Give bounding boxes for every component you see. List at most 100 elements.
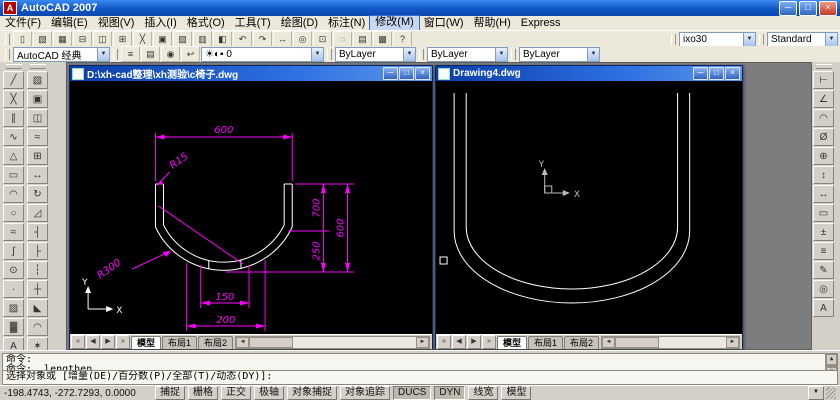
point-icon[interactable]: · [3, 280, 24, 298]
zoom-window-icon[interactable]: ⊡ [313, 31, 332, 47]
copy-object-icon[interactable]: ▣ [27, 90, 48, 108]
extend-icon[interactable]: ├ [27, 242, 48, 260]
toolbar-grip[interactable] [671, 33, 676, 45]
scrollbar-track[interactable] [659, 337, 726, 348]
hatch-icon[interactable]: ▨ [3, 299, 24, 317]
toolbar-grip[interactable] [759, 33, 764, 45]
dim-baseline-icon[interactable]: ▭ [813, 204, 834, 222]
fillet-icon[interactable]: ◠ [27, 318, 48, 336]
ellipse-icon[interactable]: ⊙ [3, 261, 24, 279]
osnap-toggle[interactable]: 对象捕捉 [287, 386, 337, 400]
doc2-canvas[interactable]: Y X [436, 81, 742, 334]
layer-properties-icon[interactable]: ≡ [121, 46, 140, 62]
doc2-title-bar[interactable]: Drawing4.dwg ─ □ × [436, 66, 742, 81]
dim-text-icon[interactable]: A [813, 299, 834, 317]
scrollbar-track[interactable] [293, 337, 416, 348]
cut-icon[interactable]: ╳ [133, 31, 152, 47]
menu-edit[interactable]: 编辑(E) [46, 16, 93, 30]
toolbar-grip[interactable] [815, 64, 832, 69]
dim-arc-length-icon[interactable]: ◠ [813, 109, 834, 127]
toolbar-grip[interactable] [113, 48, 118, 60]
pan-icon[interactable]: ↔ [273, 31, 292, 47]
menu-file[interactable]: 文件(F) [0, 16, 46, 30]
redo-icon[interactable]: ↷ [253, 31, 272, 47]
tab-prev-button[interactable]: ◀ [86, 335, 100, 349]
toolbar-grip[interactable] [5, 33, 10, 45]
dim-center-mark-icon[interactable]: ⊕ [813, 147, 834, 165]
color-combo[interactable]: ByLayer ▼ [335, 46, 416, 62]
zoom-previous-icon[interactable]: ◌ [333, 31, 352, 47]
dim-radius-icon[interactable]: ◎ [813, 280, 834, 298]
chevron-down-icon[interactable]: ▼ [495, 47, 507, 61]
menu-window[interactable]: 窗口(W) [419, 16, 469, 30]
block-editor-icon[interactable]: ◧ [213, 31, 232, 47]
tab-layout1[interactable]: 布局1 [162, 335, 198, 349]
polygon-icon[interactable]: △ [3, 147, 24, 165]
move-icon[interactable]: ↔ [27, 166, 48, 184]
menu-draw[interactable]: 绘图(D) [276, 16, 323, 30]
plot-icon[interactable]: ⊟ [73, 31, 92, 47]
tab-first-button[interactable]: « [71, 335, 85, 349]
menu-help[interactable]: 帮助(H) [469, 16, 516, 30]
layer-states-icon[interactable]: ▤ [141, 46, 160, 62]
tab-model[interactable]: 模型 [131, 335, 162, 349]
chamfer-icon[interactable]: ◣ [27, 299, 48, 317]
scroll-left-icon[interactable]: ◄ [236, 336, 250, 348]
tab-layout2[interactable]: 布局2 [198, 335, 234, 349]
menu-express[interactable]: Express [516, 16, 566, 30]
tab-layout2[interactable]: 布局2 [564, 335, 600, 349]
chevron-down-icon[interactable]: ▼ [825, 32, 837, 46]
menu-dimension[interactable]: 标注(N) [323, 16, 370, 30]
leader-icon[interactable]: ✎ [813, 261, 834, 279]
scrollbar-thumb[interactable] [615, 336, 660, 348]
trim-icon[interactable]: ┤ [27, 223, 48, 241]
join-icon[interactable]: ┼ [27, 280, 48, 298]
doc1-canvas[interactable]: 600 R15 700 250 600 R300 150 200 Y X [70, 81, 432, 334]
dim-tolerance-icon[interactable]: ± [813, 223, 834, 241]
plot-preview-icon[interactable]: ◫ [93, 31, 112, 47]
chevron-down-icon[interactable]: ▼ [97, 47, 109, 61]
tray-dropdown-icon[interactable]: ▼ [808, 386, 824, 400]
new-file-icon[interactable]: ▯ [13, 31, 32, 47]
snap-toggle[interactable]: 捕捉 [155, 386, 185, 400]
scroll-right-icon[interactable]: ► [726, 336, 739, 348]
rectangle-icon[interactable]: ▭ [3, 166, 24, 184]
toolbar-grip[interactable] [327, 48, 332, 60]
toolbar-grip[interactable] [419, 48, 424, 60]
menu-view[interactable]: 视图(V) [93, 16, 140, 30]
toolbar-grip[interactable] [511, 48, 516, 60]
otrack-toggle[interactable]: 对象追踪 [340, 386, 390, 400]
horizontal-scrollbar[interactable]: ◄ ► [235, 335, 430, 349]
tab-layout1[interactable]: 布局1 [528, 335, 564, 349]
tab-prev-button[interactable]: ◀ [452, 335, 466, 349]
dim-horizontal-icon[interactable]: ↔ [813, 185, 834, 203]
open-file-icon[interactable]: ▧ [33, 31, 52, 47]
designcenter-icon[interactable]: ▩ [373, 31, 392, 47]
document-window-chair[interactable]: D:\xh-cad整理\xh测验\c椅子.dwg ─ □ × 600 R15 7… [69, 65, 433, 349]
resize-grip[interactable] [826, 387, 836, 399]
scroll-right-icon[interactable]: ► [416, 336, 429, 348]
revision-cloud-icon[interactable]: ≈ [3, 223, 24, 241]
document-window-drawing4[interactable]: Drawing4.dwg ─ □ × Y X « ◀ ▶ » 模型 布局1 布局… [435, 65, 743, 349]
tab-model[interactable]: 模型 [497, 335, 528, 349]
break-icon[interactable]: ┆ [27, 261, 48, 279]
undo-icon[interactable]: ↶ [233, 31, 252, 47]
chevron-down-icon[interactable]: ▼ [587, 47, 599, 61]
toolbar-grip[interactable] [5, 64, 22, 69]
erase-icon[interactable]: ▧ [27, 71, 48, 89]
rotate-icon[interactable]: ↻ [27, 185, 48, 203]
maximize-button[interactable]: □ [799, 0, 817, 16]
layer-previous-icon[interactable]: ↩ [181, 46, 200, 62]
doc1-close-button[interactable]: × [415, 67, 430, 80]
arc-icon[interactable]: ◠ [3, 185, 24, 203]
layer-combo[interactable]: ☀◐▪ 0 ▼ [201, 46, 324, 62]
line-icon[interactable]: ╱ [3, 71, 24, 89]
zoom-realtime-icon[interactable]: ◎ [293, 31, 312, 47]
text-style-combo[interactable]: Standard ▼ [767, 31, 838, 47]
minimize-button[interactable]: ─ [779, 0, 797, 16]
doc2-minimize-button[interactable]: ─ [693, 67, 708, 80]
close-button[interactable]: × [819, 0, 837, 16]
scrollbar-thumb[interactable] [249, 336, 294, 348]
tab-next-button[interactable]: ▶ [467, 335, 481, 349]
horizontal-scrollbar[interactable]: ◄ ► [601, 335, 740, 349]
